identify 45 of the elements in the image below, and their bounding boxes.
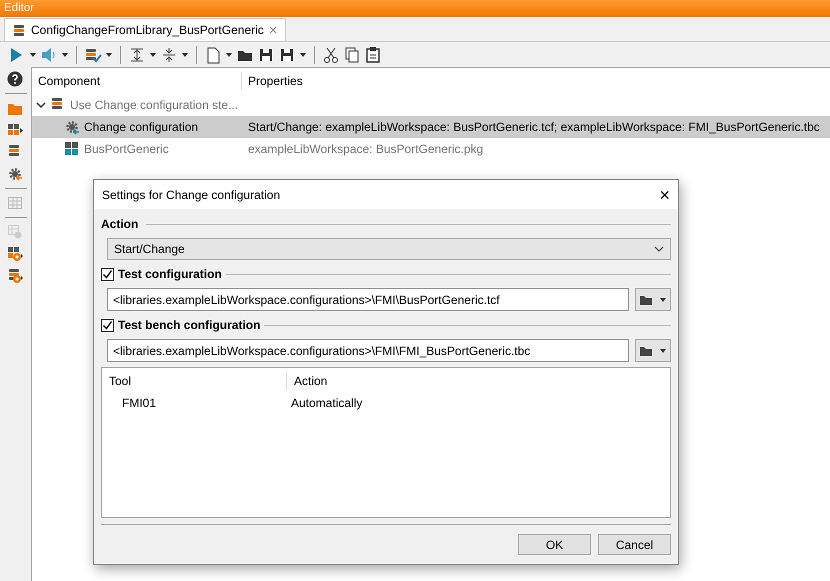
tree-item-label[interactable]: Change configuration bbox=[84, 118, 198, 136]
dialog-button[interactable]: OK bbox=[518, 534, 591, 555]
checkbox[interactable] bbox=[101, 268, 114, 280]
editor-tab[interactable]: ConfigChangeFromLibrary_BusPortGeneric × bbox=[4, 18, 286, 41]
folder-icon bbox=[639, 294, 653, 306]
help-icon[interactable] bbox=[7, 71, 24, 87]
paste-icon[interactable] bbox=[364, 46, 382, 64]
gear-icon[interactable] bbox=[7, 166, 24, 182]
folder-icon bbox=[639, 344, 653, 356]
components-gear-icon[interactable] bbox=[7, 246, 24, 262]
window-title: Editor bbox=[0, 0, 830, 17]
column-header[interactable]: Tool bbox=[102, 372, 287, 390]
browse-button[interactable] bbox=[635, 288, 671, 311]
column-header[interactable]: Component bbox=[32, 72, 242, 90]
action-dropdown[interactable]: Start/Change bbox=[107, 238, 671, 260]
copy-icon[interactable] bbox=[343, 46, 361, 64]
table-cell-text: Automatically bbox=[290, 395, 362, 412]
components-icon[interactable] bbox=[7, 122, 24, 138]
checkbox[interactable] bbox=[101, 318, 114, 332]
tree-item-label[interactable]: BusPortGeneric bbox=[84, 140, 169, 158]
collapse-icon[interactable] bbox=[160, 46, 178, 64]
browse-button[interactable] bbox=[635, 339, 671, 362]
column-header[interactable]: Action bbox=[287, 372, 328, 390]
table-cell-text: FMI01 bbox=[121, 395, 158, 412]
close-tab-button[interactable]: × bbox=[268, 22, 278, 38]
column-header[interactable]: Properties bbox=[242, 72, 303, 90]
path-field[interactable]: <libraries.exampleLibWorkspace.configurations>\FMI\BusPortGeneric.tcf bbox=[107, 288, 629, 311]
database-icon bbox=[12, 24, 26, 36]
path-field[interactable]: <libraries.exampleLibWorkspace.configurations>\FMI\FMI_BusPortGeneric.tbc bbox=[107, 339, 629, 362]
group-label: Action bbox=[101, 216, 138, 233]
chevron-down-icon[interactable] bbox=[36, 100, 46, 110]
cut-icon[interactable] bbox=[322, 46, 340, 64]
gear-icon bbox=[64, 119, 80, 135]
package-icon bbox=[64, 141, 80, 157]
chevron-down-icon bbox=[654, 244, 664, 254]
checkbox-label: Test bench configuration bbox=[118, 317, 260, 334]
property-text: exampleLibWorkspace: BusPortGeneric.pkg bbox=[247, 141, 484, 158]
database-gear-icon[interactable] bbox=[7, 268, 24, 284]
property-text: Start/Change: exampleLibWorkspace: BusPortGeneric.tcf; exampleLibWorkspace: FMI_BusPortGeneric.tbc bbox=[247, 119, 820, 136]
expand-icon[interactable] bbox=[128, 46, 146, 64]
checkbox-label: Test configuration bbox=[118, 266, 222, 283]
dialog-title: Settings for Change configuration bbox=[102, 186, 280, 204]
tree-item-label[interactable]: Use Change configuration ste... bbox=[70, 96, 238, 114]
close-button[interactable]: × bbox=[659, 186, 670, 204]
dialog-button[interactable]: Cancel bbox=[598, 534, 671, 555]
